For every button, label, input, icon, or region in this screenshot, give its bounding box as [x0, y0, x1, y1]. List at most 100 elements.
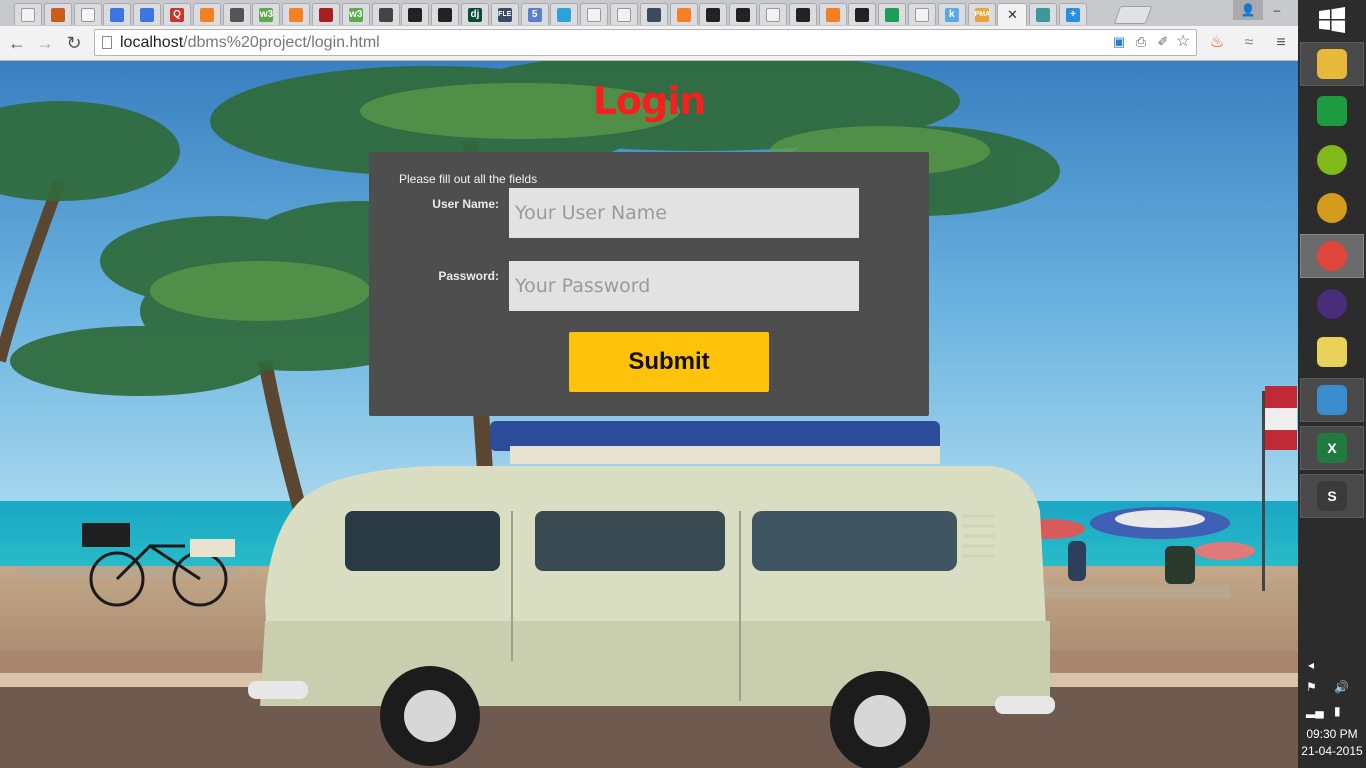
extension-page-icon[interactable]: ⎙: [1133, 34, 1149, 50]
username-input[interactable]: [509, 188, 859, 238]
sticky-notes-icon: [1317, 337, 1347, 367]
close-tab-icon[interactable]: ✕: [1007, 7, 1018, 23]
q-icon: Q: [170, 7, 184, 22]
spotify-icon: [1317, 145, 1347, 175]
browser-tab[interactable]: [14, 3, 42, 25]
address-bar[interactable]: localhost/dbms%20project/login.html ▣ ⎙ …: [94, 29, 1197, 56]
github-icon: [408, 7, 423, 22]
start-button[interactable]: [1298, 0, 1366, 40]
network-signal-icon[interactable]: ▂▄: [1306, 704, 1324, 718]
browser-tab[interactable]: [431, 3, 460, 25]
browser-tab[interactable]: [610, 3, 638, 25]
blank-page-icon: [21, 7, 35, 22]
new-tab-button[interactable]: [1113, 6, 1153, 24]
browser-tab[interactable]: [908, 3, 936, 25]
browser-tab[interactable]: k: [937, 3, 966, 25]
browser-tab[interactable]: [133, 3, 162, 25]
sublime-text-icon: S: [1317, 481, 1347, 511]
github-icon: [736, 7, 751, 22]
url-text[interactable]: localhost/dbms%20project/login.html: [120, 33, 380, 53]
browser-tab[interactable]: [550, 3, 579, 25]
waves-extension-icon[interactable]: ≈: [1238, 32, 1260, 54]
browser-tab[interactable]: [222, 3, 251, 25]
password-label: Password:: [438, 269, 499, 283]
browser-tab[interactable]: [282, 3, 311, 25]
browser-tab[interactable]: w3: [252, 3, 281, 25]
stripe-icon: [646, 7, 661, 22]
show-hidden-icons-icon[interactable]: ◂: [1308, 658, 1314, 672]
bookmark-star-icon[interactable]: ☆: [1175, 34, 1191, 50]
browser-tab[interactable]: [639, 3, 668, 25]
system-tray: ◂ ⚑ 🔊 ▂▄ ▮ 09:30 PM 21-04-2015: [1298, 650, 1366, 768]
browser-tab[interactable]: [580, 3, 609, 25]
windows-logo-icon: [1319, 7, 1345, 33]
browser-tab[interactable]: 5: [520, 3, 549, 25]
browser-toolbar: ← → ↻ localhost/dbms%20project/login.htm…: [0, 26, 1298, 61]
browser-tab[interactable]: CD: [73, 3, 102, 25]
django-icon: dj: [468, 7, 482, 22]
taskbar-item[interactable]: [1300, 330, 1364, 374]
phpmyadmin-icon: PMA: [974, 7, 989, 22]
browser-tab[interactable]: [401, 3, 430, 25]
taskbar-item[interactable]: S: [1300, 474, 1364, 518]
photos-icon: [1317, 385, 1347, 415]
tab-strip: CD Qw3 w3 dj FLE 5 k PMA ✕ +: [0, 0, 1298, 26]
store-icon: [1317, 96, 1347, 126]
menu-icon[interactable]: ≡: [1270, 32, 1292, 54]
browser-tab[interactable]: [43, 3, 72, 25]
password-input[interactable]: [509, 261, 859, 311]
browser-tab[interactable]: [103, 3, 132, 25]
browser-tab[interactable]: Q: [163, 3, 191, 25]
browser-tab[interactable]: [818, 3, 847, 25]
profile-icon[interactable]: 👤: [1233, 0, 1263, 20]
back-arrow-icon[interactable]: ←: [6, 32, 28, 54]
taskbar-item[interactable]: [1300, 42, 1364, 86]
extension-brush-icon[interactable]: ✐: [1155, 34, 1171, 50]
login-form: Please fill out all the fields User Name…: [369, 152, 929, 416]
taskbar-item[interactable]: [1300, 89, 1364, 133]
w3schools-icon: w3: [259, 7, 274, 22]
browser-tab[interactable]: [312, 3, 340, 25]
w3schools-icon: w3: [348, 7, 363, 22]
browser-tab[interactable]: dj: [461, 3, 489, 25]
browser-tab[interactable]: [729, 3, 758, 25]
owl-icon: [229, 7, 244, 22]
browser-tab[interactable]: +: [1059, 3, 1087, 25]
clock-date[interactable]: 21-04-2015: [1298, 744, 1366, 758]
taskbar-item[interactable]: X: [1300, 426, 1364, 470]
browser-tab[interactable]: FLE: [490, 3, 519, 25]
volume-icon[interactable]: 🔊: [1334, 680, 1349, 694]
browser-tab[interactable]: [759, 3, 787, 25]
battery-icon[interactable]: ▮: [1334, 704, 1341, 718]
browser-tab[interactable]: [669, 3, 698, 25]
browser-tab[interactable]: [878, 3, 907, 25]
action-center-flag-icon[interactable]: ⚑: [1306, 680, 1317, 694]
forward-arrow-icon[interactable]: →: [34, 32, 56, 54]
minimize-icon[interactable]: –: [1263, 0, 1291, 20]
browser-tab[interactable]: [192, 3, 221, 25]
taskbar-item[interactable]: [1300, 378, 1364, 422]
submit-button[interactable]: Submit: [569, 332, 769, 392]
taskbar-item[interactable]: [1300, 138, 1364, 182]
extension-square-icon[interactable]: ▣: [1111, 34, 1127, 50]
browser-tab[interactable]: [1029, 3, 1058, 25]
docs-icon: [140, 7, 155, 22]
docs-icon: [110, 7, 125, 22]
clock-time[interactable]: 09:30 PM: [1298, 727, 1366, 741]
browser-tab[interactable]: [699, 3, 728, 25]
browser-tab[interactable]: w3: [341, 3, 370, 25]
fire-extension-icon[interactable]: ♨: [1206, 32, 1228, 54]
github-icon: [438, 7, 453, 22]
browser-tab[interactable]: PMA: [967, 3, 996, 25]
taskbar-item[interactable]: [1300, 186, 1364, 230]
taskbar-item[interactable]: [1300, 282, 1364, 326]
flex-icon: FLE: [497, 7, 512, 22]
taskbar-item[interactable]: [1300, 234, 1364, 278]
browser-tab[interactable]: [848, 3, 877, 25]
page-title: Login: [592, 79, 707, 123]
file-explorer-icon: [1317, 49, 1347, 79]
reload-icon[interactable]: ↻: [63, 32, 85, 54]
browser-tab[interactable]: ✕: [997, 3, 1028, 26]
browser-tab[interactable]: [371, 3, 400, 25]
browser-tab[interactable]: [788, 3, 817, 25]
